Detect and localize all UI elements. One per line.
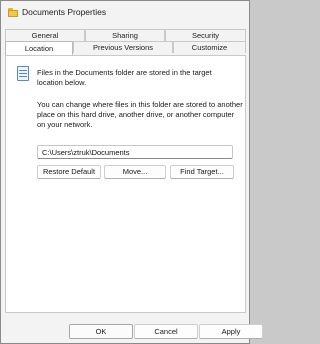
folder-icon	[8, 8, 18, 17]
location-panel: Files in the Documents folder are stored…	[5, 55, 246, 313]
document-folder-icon	[16, 66, 33, 82]
change-location-description: You can change where files in this folde…	[37, 100, 243, 129]
tab-customize[interactable]: Customize	[173, 41, 246, 53]
cancel-button[interactable]: Cancel	[134, 324, 198, 339]
window-title: Documents Properties	[22, 7, 107, 17]
tab-strip: General Sharing Security Location Previo…	[5, 29, 246, 56]
apply-button[interactable]: Apply	[199, 324, 263, 339]
move-button[interactable]: Move...	[104, 165, 166, 179]
tab-security[interactable]: Security	[165, 29, 246, 41]
tab-location[interactable]: Location	[5, 41, 73, 55]
properties-window: Documents Properties General Sharing Sec…	[0, 0, 263, 344]
location-description: Files in the Documents folder are stored…	[37, 68, 212, 87]
restore-default-button[interactable]: Restore Default	[37, 165, 101, 179]
find-target-button[interactable]: Find Target...	[170, 165, 234, 179]
ok-button[interactable]: OK	[69, 324, 133, 339]
target-path-input[interactable]	[37, 145, 233, 159]
tab-previous-versions[interactable]: Previous Versions	[73, 41, 173, 53]
tab-sharing[interactable]: Sharing	[85, 29, 165, 41]
tab-general[interactable]: General	[5, 29, 85, 41]
title-bar[interactable]: Documents Properties	[1, 1, 249, 25]
